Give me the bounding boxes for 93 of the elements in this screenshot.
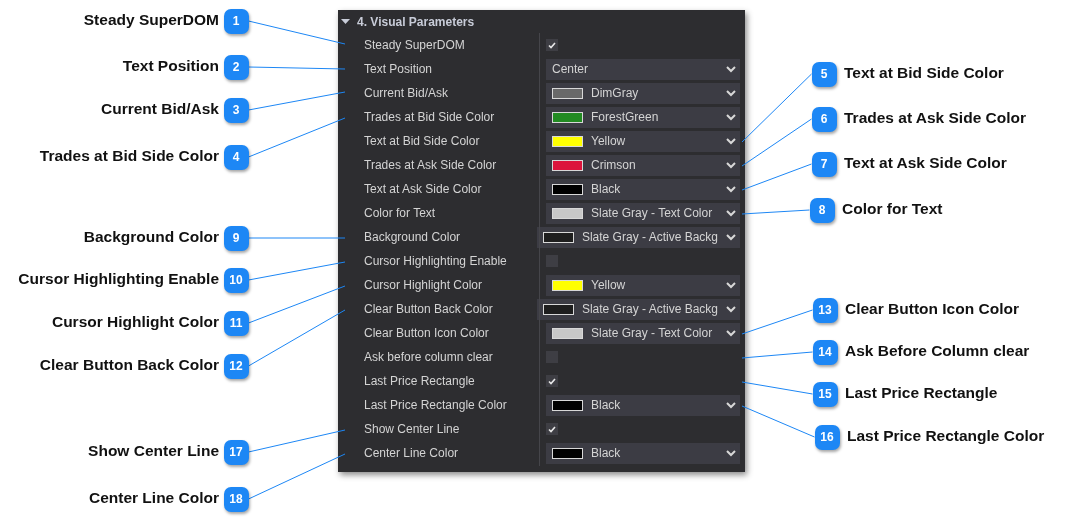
chevron-down-icon	[726, 209, 736, 217]
checkmark-icon	[548, 377, 556, 385]
number-badge: 15	[812, 381, 838, 407]
callout-label: Trades at Bid Side Color	[39, 147, 219, 165]
chevron-down-icon	[726, 161, 736, 169]
triangle-down-icon[interactable]	[341, 18, 350, 25]
callout-label: Text Position	[122, 57, 219, 75]
chevron-down-icon	[726, 185, 736, 193]
property-label: Steady SuperDOM	[364, 38, 466, 52]
checkbox[interactable]	[546, 423, 558, 435]
callout-label: Text at Ask Side Color	[844, 154, 1007, 172]
chevron-down-icon	[726, 113, 736, 121]
number-badge: 1	[223, 8, 249, 34]
property-label: Trades at Bid Side Color	[364, 110, 496, 124]
dropdown[interactable]: Crimson	[546, 154, 740, 176]
callout-label: Last Price Rectangle	[845, 384, 998, 402]
property-label: Clear Button Back Color	[364, 302, 494, 316]
property-label: Text Position	[364, 62, 434, 76]
number-badge: 8	[809, 197, 835, 223]
property-label: Text at Ask Side Color	[364, 182, 483, 196]
number-badge: 18	[223, 486, 249, 512]
callout-label: Last Price Rectangle Color	[847, 427, 1045, 445]
number-badge: 5	[811, 61, 837, 87]
callout-label: Cursor Highlight Color	[51, 313, 219, 331]
callout-label: Clear Button Icon Color	[845, 300, 1019, 318]
chevron-down-icon	[726, 305, 736, 313]
dropdown[interactable]: ForestGreen	[546, 106, 740, 128]
chevron-down-icon	[726, 281, 736, 289]
callout-label: Text at Bid Side Color	[844, 64, 1004, 82]
chevron-down-icon	[726, 449, 736, 457]
number-badge: 3	[223, 97, 249, 123]
dropdown[interactable]: Yellow	[546, 274, 740, 296]
property-label: Last Price Rectangle Color	[364, 398, 508, 412]
number-badge: 16	[814, 424, 840, 450]
callout-label: Trades at Ask Side Color	[844, 109, 1027, 127]
chevron-down-icon	[726, 329, 736, 337]
callout-label: Steady SuperDOM	[83, 11, 219, 29]
leader-line	[741, 309, 813, 335]
dropdown[interactable]: Black	[546, 178, 740, 200]
property-label: Color for Text	[364, 206, 437, 220]
property-label: Center Line Color	[364, 446, 460, 460]
number-badge: 2	[223, 54, 249, 80]
dropdown[interactable]: Slate Gray - Active Backg	[536, 226, 740, 248]
property-label: Show Center Line	[364, 422, 461, 436]
callout-label: Clear Button Back Color	[39, 356, 219, 374]
property-label: Cursor Highlight Color	[364, 278, 484, 292]
number-badge: 14	[812, 339, 838, 365]
property-label: Ask before column clear	[364, 350, 494, 364]
leader-line	[741, 381, 813, 395]
property-label: Background Color	[364, 230, 462, 244]
property-label: Cursor Highlighting Enable	[364, 254, 508, 268]
chevron-down-icon	[726, 137, 736, 145]
number-badge: 13	[812, 297, 838, 323]
dropdown[interactable]: Slate Gray - Active Backg	[536, 298, 740, 320]
callout-label: Show Center Line	[88, 442, 219, 460]
dropdown[interactable]: DimGray	[546, 82, 740, 104]
number-badge: 10	[223, 267, 249, 293]
dropdown[interactable]: Slate Gray - Text Color	[546, 202, 740, 224]
number-badge: 6	[811, 106, 837, 132]
number-badge: 11	[223, 310, 249, 336]
chevron-down-icon	[726, 65, 736, 73]
dropdown[interactable]: Slate Gray - Text Color	[546, 322, 740, 344]
property-label: Text at Bid Side Color	[364, 134, 481, 148]
dropdown[interactable]: Yellow	[546, 130, 740, 152]
number-badge: 17	[223, 439, 249, 465]
number-badge: 9	[223, 225, 249, 251]
checkmark-icon	[548, 41, 556, 49]
callout-label: Cursor Highlighting Enable	[18, 270, 219, 288]
callout-label: Center Line Color	[88, 489, 219, 507]
dropdown[interactable]: Black	[546, 394, 740, 416]
dropdown[interactable]: Black	[546, 442, 740, 464]
checkmark-icon	[548, 425, 556, 433]
property-label: Trades at Ask Side Color	[364, 158, 498, 172]
number-badge: 4	[223, 144, 249, 170]
callout-label: Background Color	[83, 228, 219, 246]
callout-label: Ask Before Column clear	[845, 342, 1030, 360]
section-title: 4. Visual Parameters	[357, 14, 475, 29]
number-badge: 12	[223, 353, 249, 379]
chevron-down-icon	[726, 401, 736, 409]
chevron-down-icon	[726, 89, 736, 97]
number-badge: 7	[811, 151, 837, 177]
checkbox[interactable]	[546, 375, 558, 387]
dropdown[interactable]: Center	[546, 58, 740, 80]
property-label: Clear Button Icon Color	[364, 326, 490, 340]
chevron-down-icon	[726, 233, 736, 241]
leader-line	[741, 73, 812, 143]
property-label: Last Price Rectangle	[364, 374, 476, 388]
callout-label: Color for Text	[842, 200, 943, 218]
checkbox[interactable]	[546, 39, 558, 51]
callout-label: Current Bid/Ask	[101, 100, 219, 118]
property-label: Current Bid/Ask	[364, 86, 450, 100]
leader-line	[741, 209, 810, 215]
leader-line	[741, 351, 813, 359]
